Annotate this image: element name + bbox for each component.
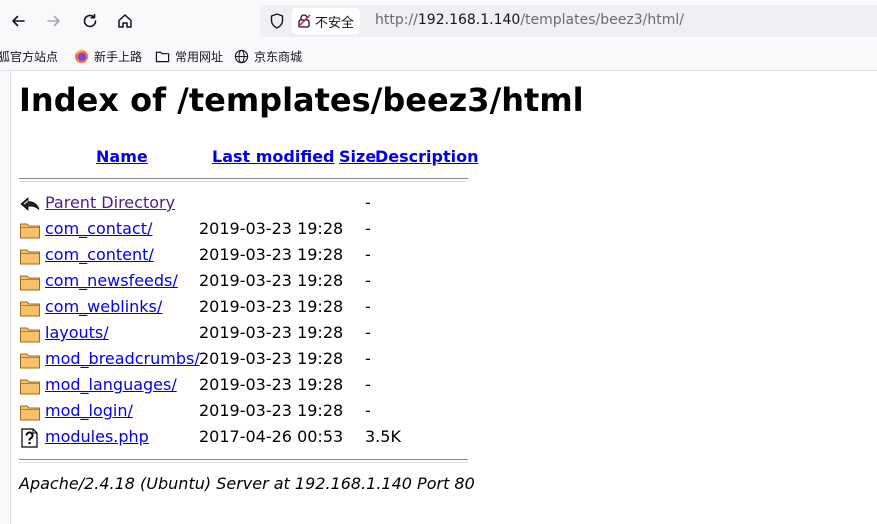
folder-icon [155,51,170,62]
row-size: 3.5K [365,427,401,446]
insecure-lock-icon [297,14,311,28]
entry-link[interactable]: mod_login/ [45,401,133,420]
row-size: - [365,193,371,212]
bookmark-getting-started[interactable]: 新手上路 [74,46,142,66]
entry-link[interactable]: layouts/ [45,323,109,342]
entry-link[interactable]: com_weblinks/ [45,297,162,316]
entry-link[interactable]: mod_breadcrumbs/ [45,349,200,368]
row-size: - [365,245,371,264]
folder-icon [20,353,40,369]
table-row: mod_languages/ 2019-03-23 19:28 - [19,375,479,397]
entry-link[interactable]: modules.php [45,427,149,446]
reload-button[interactable] [76,7,104,35]
row-modified: 2017-04-26 00:53 [199,427,344,446]
footer-divider [19,459,468,463]
url-host: 192.168.1.140 [417,12,521,28]
column-header-size[interactable]: Size [339,147,376,166]
bookmark-label: 火狐官方站点 [0,49,59,64]
folder-icon [20,379,40,395]
home-icon [118,14,132,28]
row-modified: 2019-03-23 19:28 [199,375,344,394]
table-row: com_contact/ 2019-03-23 19:28 - [19,219,479,241]
table-row: com_newsfeeds/ 2019-03-23 19:28 - [19,271,479,293]
back-button[interactable] [4,7,32,35]
security-label: 不安全 [315,15,355,31]
row-modified: 2019-03-23 19:28 [199,401,344,420]
bookmark-common-urls[interactable]: 常用网址 [155,46,223,66]
row-size: - [365,401,371,420]
browser-toolbar: 不安全 http://192.168.1.140/templates/beez3… [0,0,877,42]
folder-icon [20,301,40,317]
url-scheme: http:// [375,12,418,28]
arrow-left-icon [12,15,25,27]
back-icon [20,197,40,211]
page-title: Index of /templates/beez3/html [19,81,584,119]
row-modified: 2019-03-23 19:28 [199,297,344,316]
folder-icon [20,327,40,343]
entry-link[interactable]: com_newsfeeds/ [45,271,178,290]
bookmarks-bar: 火狐官方站点 新手上路 常用网址 京东商城 [0,42,877,71]
url-text[interactable]: http://192.168.1.140/templates/beez3/htm… [375,12,684,28]
folder-icon [20,223,40,239]
site-security-button[interactable]: 不安全 [292,8,361,34]
row-size: - [365,271,371,290]
address-bar[interactable]: 不安全 http://192.168.1.140/templates/beez3… [260,5,877,37]
parent-directory-link[interactable]: Parent Directory [45,193,175,212]
table-row: modules.php 2017-04-26 00:53 3.5K [19,427,479,449]
entry-link[interactable]: com_contact/ [45,219,152,238]
row-modified: 2019-03-23 19:28 [199,323,344,342]
table-row: com_weblinks/ 2019-03-23 19:28 - [19,297,479,319]
unknown-file-icon [21,428,38,448]
table-row: mod_breadcrumbs/ 2019-03-23 19:28 - [19,349,479,371]
row-modified: 2019-03-23 19:28 [199,271,344,290]
bookmark-label: 新手上路 [94,49,143,64]
server-signature: Apache/2.4.18 (Ubuntu) Server at 192.168… [19,474,475,493]
bookmark-label: 常用网址 [175,49,224,64]
shield-icon[interactable] [268,12,286,30]
url-path: /templates/beez3/html/ [520,12,684,28]
row-modified: 2019-03-23 19:28 [199,219,344,238]
table-row: layouts/ 2019-03-23 19:28 - [19,323,479,345]
page-viewport: Index of /templates/beez3/html Name Last… [10,71,877,524]
firefox-icon [74,49,89,63]
home-button[interactable] [111,7,139,35]
row-modified: 2019-03-23 19:28 [199,245,344,264]
column-header-last-modified[interactable]: Last modified [212,147,335,166]
bookmark-firefox-site[interactable]: 火狐官方站点 [0,46,58,66]
forward-button[interactable] [40,7,68,35]
header-divider [19,178,468,182]
bookmark-label: 京东商城 [254,49,303,64]
folder-icon [20,249,40,265]
row-size: - [365,297,371,316]
row-size: - [365,375,371,394]
table-row: mod_login/ 2019-03-23 19:28 - [19,401,479,423]
folder-icon [20,405,40,421]
entry-link[interactable]: com_content/ [45,245,154,264]
reload-icon [83,13,97,28]
entry-link[interactable]: mod_languages/ [45,375,177,394]
table-row: Parent Directory - [19,193,479,215]
folder-icon [20,275,40,291]
bookmark-jd[interactable]: 京东商城 [234,46,302,66]
row-size: - [365,349,371,368]
column-header-name[interactable]: Name [96,147,148,166]
row-size: - [365,219,371,238]
column-header-description[interactable]: Description [375,147,478,166]
arrow-right-icon [47,15,60,27]
row-modified: 2019-03-23 19:28 [199,349,344,368]
row-size: - [365,323,371,342]
table-row: com_content/ 2019-03-23 19:28 - [19,245,479,267]
globe-icon [234,49,249,63]
